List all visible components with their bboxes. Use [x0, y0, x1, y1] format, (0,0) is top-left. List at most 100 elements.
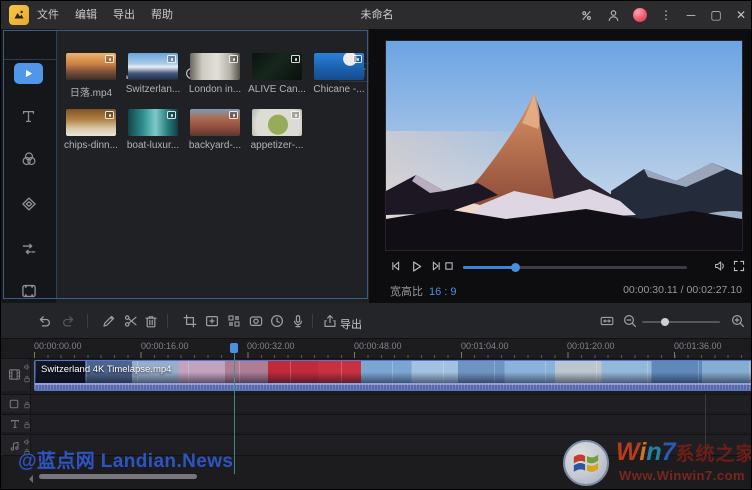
timeline-zoom-handle[interactable]: [661, 318, 669, 326]
fullscreen-icon[interactable]: [732, 259, 746, 273]
sidebar-tab-transitions[interactable]: [1, 232, 56, 266]
play-button[interactable]: [409, 259, 424, 274]
media-item-thumbnail[interactable]: [252, 109, 302, 136]
aspect-ratio-label: 宽高比: [390, 286, 423, 298]
video-track: Switzerland 4K Timelapse.mp4: [1, 358, 752, 391]
media-item-thumbnail[interactable]: [314, 53, 364, 80]
win7-letter: 7: [662, 438, 676, 466]
scroll-left-arrow[interactable]: [29, 475, 33, 483]
volume-icon[interactable]: [713, 259, 727, 273]
win7-letter: W: [616, 438, 639, 466]
split-scissors-icon[interactable]: [123, 313, 139, 329]
media-item-thumbnail[interactable]: [66, 109, 116, 136]
next-frame-button[interactable]: [429, 259, 443, 273]
freeze-frame-icon[interactable]: [248, 313, 264, 329]
media-item-thumbnail[interactable]: [128, 53, 178, 80]
redo-icon[interactable]: [61, 313, 77, 329]
fit-timeline-icon[interactable]: [599, 313, 615, 329]
ruler-label: 00:00:48.00: [354, 341, 402, 351]
duration-clock-icon[interactable]: [269, 313, 285, 329]
undo-icon[interactable]: [36, 313, 52, 329]
overlay-track[interactable]: [1, 394, 752, 412]
media-item-label: ALIVE Can...: [246, 84, 308, 95]
timeline-ruler[interactable]: 00:00:00.00 00:00:16.00 00:00:32.00 00:0…: [1, 341, 752, 359]
more-menu-icon[interactable]: ⋮: [658, 6, 674, 24]
text-track[interactable]: [1, 414, 752, 432]
video-badge-icon: [167, 111, 176, 119]
export-button[interactable]: 导出: [340, 316, 362, 332]
sidebar-tab-overlays[interactable]: [1, 187, 56, 221]
minimize-button[interactable]: ─: [683, 6, 699, 24]
timeline-zoom-slider[interactable]: [642, 321, 720, 323]
crop-icon[interactable]: [182, 313, 198, 329]
voiceover-mic-icon[interactable]: [290, 313, 306, 329]
matterhorn-frame: [386, 41, 742, 250]
media-item-label: appetizer-...: [246, 140, 308, 151]
close-button[interactable]: ✕: [733, 6, 749, 24]
ruler-label: 00:01:36.00: [674, 341, 722, 351]
zoom-in-icon[interactable]: [730, 313, 746, 329]
media-item-thumbnail[interactable]: [66, 53, 116, 80]
toolbar-separator: [312, 314, 313, 328]
maximize-button[interactable]: ▢: [708, 6, 724, 24]
preview-video[interactable]: [385, 40, 743, 251]
toolbar-separator: [87, 314, 88, 328]
user-account-icon[interactable]: [604, 6, 622, 24]
menu-export[interactable]: 导出: [107, 1, 141, 29]
media-item-label: boat-luxur...: [122, 140, 184, 151]
aspect-ratio-value[interactable]: 16 : 9: [429, 286, 457, 298]
sidebar-tab-filters[interactable]: [1, 142, 56, 176]
playhead-handle[interactable]: [230, 343, 238, 353]
media-item-thumbnail[interactable]: [190, 53, 240, 80]
preview-seek-slider[interactable]: [463, 266, 687, 269]
edit-pencil-icon[interactable]: [101, 313, 117, 329]
video-editor-window: 文件 编辑 导出 帮助 未命名 ⋮ ─ ▢ ✕: [0, 0, 752, 490]
ruler-label: 00:01:20.00: [567, 341, 615, 351]
playhead-line[interactable]: [234, 351, 235, 474]
menu-edit[interactable]: 编辑: [69, 1, 103, 29]
mosaic-icon[interactable]: [226, 313, 242, 329]
media-item-thumbnail[interactable]: [252, 53, 302, 80]
track-mute-icon[interactable]: [23, 363, 31, 371]
sidebar-tab-text[interactable]: [1, 99, 56, 133]
video-badge-icon: [229, 55, 238, 63]
vip-crown-icon[interactable]: [577, 6, 595, 24]
seek-handle[interactable]: [511, 263, 520, 272]
sidebar-tab-media[interactable]: [14, 63, 43, 84]
track-lock-icon[interactable]: [23, 421, 31, 429]
track-lock-icon[interactable]: [23, 375, 31, 383]
titlebar: 文件 编辑 导出 帮助 未命名 ⋮ ─ ▢ ✕: [1, 1, 752, 29]
track-mute-icon[interactable]: [23, 438, 31, 446]
zoom-out-icon[interactable]: [622, 313, 638, 329]
text-track-icon: [9, 418, 21, 430]
zoom-frame-icon[interactable]: [204, 313, 220, 329]
promo-gift-icon[interactable]: [631, 6, 649, 24]
win7-title: Win7系统之家: [616, 438, 752, 467]
video-badge-icon: [167, 55, 176, 63]
video-track-header[interactable]: [1, 359, 31, 391]
app-logo-icon[interactable]: [9, 5, 29, 25]
video-badge-icon: [291, 55, 300, 63]
text-track-header[interactable]: [1, 415, 31, 432]
video-badge-icon: [229, 111, 238, 119]
export-icon[interactable]: [322, 313, 338, 329]
track-lock-icon[interactable]: [23, 401, 31, 409]
clip-waveform: [35, 383, 752, 390]
timeline-clip-switzerland[interactable]: Switzerland 4K Timelapse.mp4: [34, 360, 752, 391]
win7-suffix: 系统之家: [676, 444, 752, 465]
menu-help[interactable]: 帮助: [145, 1, 179, 29]
media-item-thumbnail[interactable]: [128, 109, 178, 136]
overlay-track-header[interactable]: [1, 395, 31, 412]
delete-trash-icon[interactable]: [143, 313, 159, 329]
menu-file[interactable]: 文件: [31, 1, 65, 29]
horizontal-scrollbar[interactable]: [39, 474, 197, 479]
ruler-label: 00:00:00.00: [34, 341, 82, 351]
timecode-display: 00:00:30.11 / 00:02:27.10: [623, 284, 742, 296]
clip-name: Switzerland 4K Timelapse.mp4: [41, 364, 171, 375]
sidebar-rail: [1, 29, 56, 303]
previous-frame-button[interactable]: [389, 259, 403, 273]
stop-button[interactable]: [442, 259, 456, 273]
media-item-label: London in...: [184, 84, 246, 95]
landian-watermark: @蓝点网 Landian.News: [18, 446, 233, 473]
media-item-thumbnail[interactable]: [190, 109, 240, 136]
